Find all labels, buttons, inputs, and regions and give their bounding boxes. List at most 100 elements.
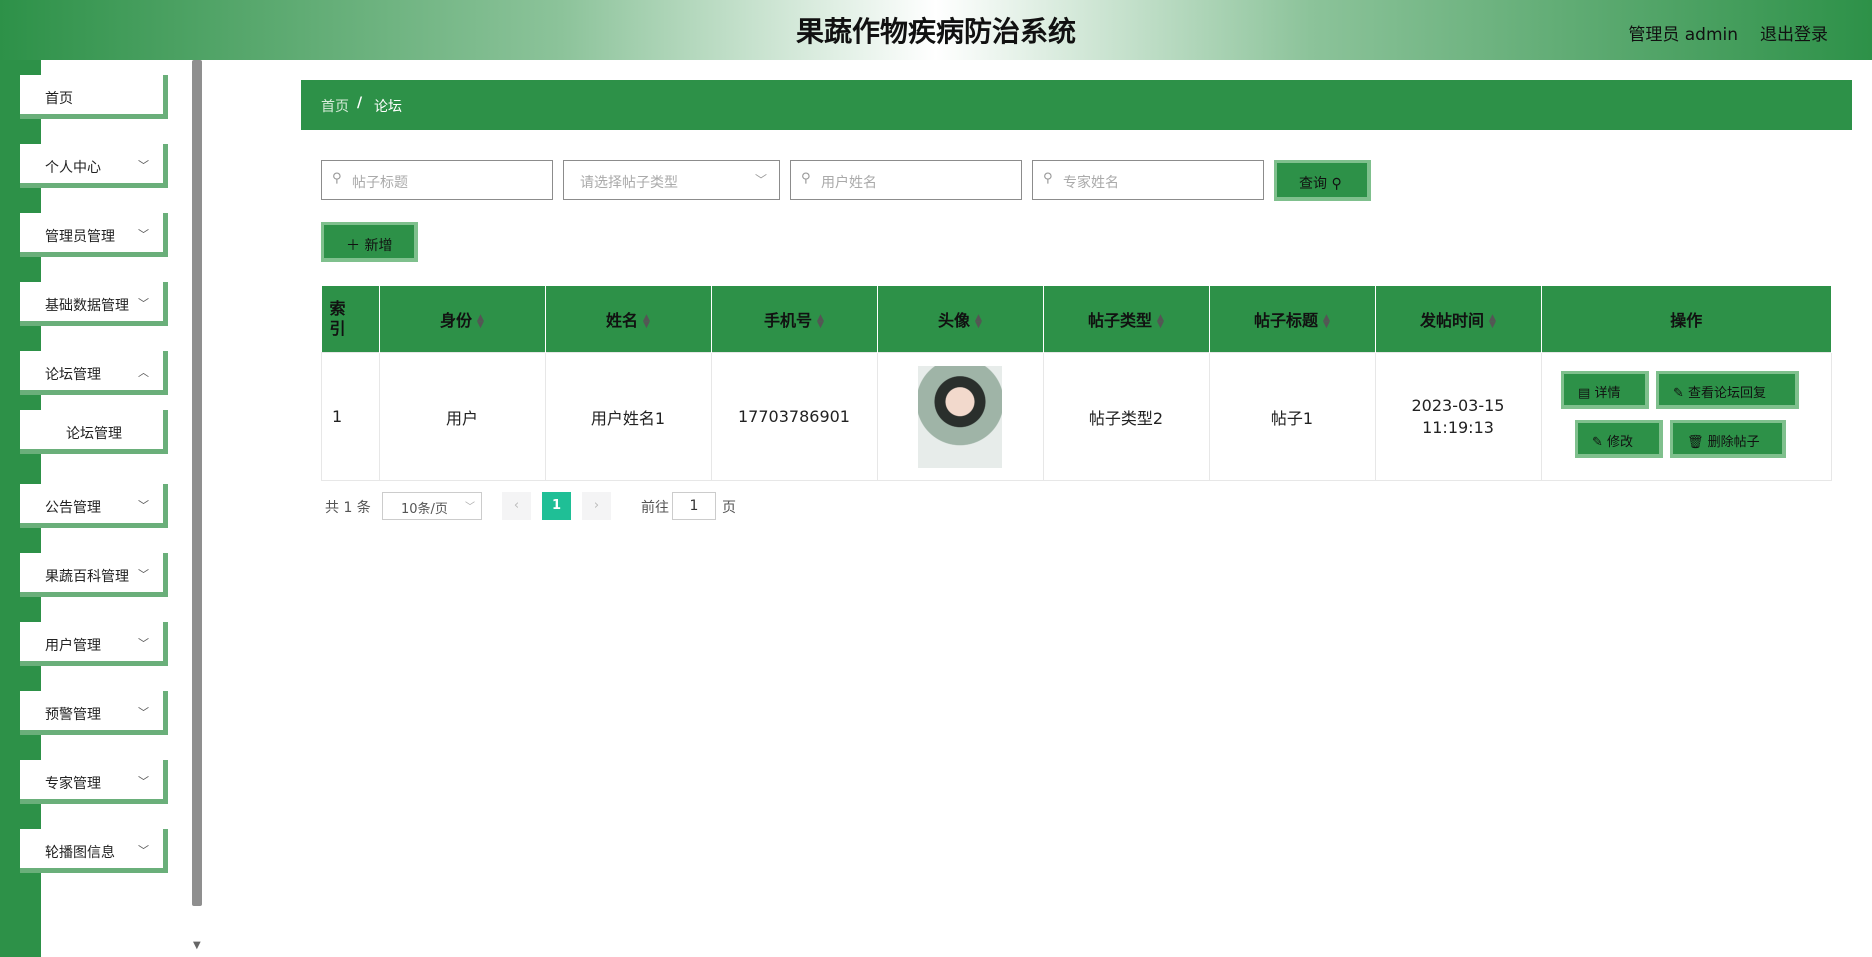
column-header-name[interactable]: 姓名 ▲ ▼ xyxy=(545,286,712,353)
add-button[interactable]: ＋ 新增 xyxy=(321,222,418,262)
breadcrumb-current: 论坛 xyxy=(374,99,402,115)
sidebar-item-home[interactable]: 首页 xyxy=(20,75,168,119)
sidebar-item-forum-management[interactable]: 论坛管理 ︿ xyxy=(20,351,168,395)
header-label: 操作 xyxy=(1670,311,1703,330)
search-icon: ⚲ xyxy=(1043,171,1053,186)
header-label: 发帖时间 xyxy=(1420,311,1485,330)
column-header-index: 索引 xyxy=(321,286,380,353)
sort-icon[interactable]: ▲ ▼ xyxy=(1323,313,1330,329)
chevron-up-icon: ︿ xyxy=(138,366,149,379)
add-label: 新增 xyxy=(364,238,393,254)
scroll-down-arrow-icon[interactable]: ▼ xyxy=(193,940,201,951)
sidebar-subitem-forum-management[interactable]: 论坛管理 xyxy=(20,410,168,454)
column-header-phone[interactable]: 手机号 ▲ ▼ xyxy=(711,286,878,353)
pagination-total: 共 1 条 xyxy=(325,500,371,516)
search-icon: ⚲ xyxy=(332,171,342,186)
column-header-post-time[interactable]: 发帖时间 ▲ ▼ xyxy=(1375,286,1542,353)
sidebar-item-label: 果蔬百科管理 xyxy=(45,569,129,585)
header-label: 身份 xyxy=(440,311,473,330)
app-title: 果蔬作物疾病防治系统 xyxy=(795,15,1076,48)
detail-label: 详情 xyxy=(1594,386,1621,401)
sidebar-item-carousel-info[interactable]: 轮播图信息 ﹀ xyxy=(20,829,168,873)
detail-button[interactable]: ▤ 详情 xyxy=(1561,371,1649,409)
trash-icon: 🗑 xyxy=(1687,435,1704,450)
input-placeholder: 专家姓名 xyxy=(1063,175,1119,191)
column-header-post-title[interactable]: 帖子标题 ▲ ▼ xyxy=(1209,286,1376,353)
edit-button[interactable]: ✎ 修改 xyxy=(1575,420,1663,458)
sort-icon[interactable]: ▲ ▼ xyxy=(1489,313,1496,329)
post-type-select[interactable]: 请选择帖子类型 ﹀ xyxy=(563,160,780,200)
sidebar-item-label: 专家管理 xyxy=(45,776,101,792)
post-title-search-input[interactable]: ⚲ 帖子标题 xyxy=(321,160,553,200)
breadcrumb-separator: / xyxy=(357,95,363,111)
column-header-avatar[interactable]: 头像 ▲ ▼ xyxy=(877,286,1044,353)
sort-icon[interactable]: ▲ ▼ xyxy=(975,313,982,329)
sidebar-item-warning-management[interactable]: 预警管理 ﹀ xyxy=(20,691,168,735)
sidebar-scrollbar[interactable] xyxy=(192,60,202,906)
prev-page-button[interactable]: ‹ xyxy=(502,492,531,520)
column-header-identity[interactable]: 身份 ▲ ▼ xyxy=(379,286,546,353)
breadcrumb-home[interactable]: 首页 xyxy=(321,96,349,116)
user-name-search-input[interactable]: ⚲ 用户姓名 xyxy=(790,160,1022,200)
sidebar-item-encyclopedia-management[interactable]: 果蔬百科管理 ﹀ xyxy=(20,553,168,597)
sidebar-item-personal-center[interactable]: 个人中心 ﹀ xyxy=(20,144,168,188)
table-header-row: 索引 身份 ▲ ▼ 姓名 ▲ ▼ 手机号 ▲ ▼ 头像 ▲ ▼ 帖子类型 ▲ ▼ 帖子标题 ▲ ▼ 发帖… xyxy=(321,286,1832,353)
app-header: 果蔬作物疾病防治系统 管理员 admin 退出登录 xyxy=(0,0,1872,60)
cell-identity: 用户 xyxy=(378,352,546,481)
next-page-button[interactable]: › xyxy=(582,492,611,520)
chevron-right-icon: › xyxy=(593,498,600,513)
sort-icon[interactable]: ▲ ▼ xyxy=(1157,313,1164,329)
view-replies-label: 查看论坛回复 xyxy=(1688,386,1767,401)
sidebar-item-label: 轮播图信息 xyxy=(45,845,115,861)
chevron-down-icon: ﹀ xyxy=(138,775,149,788)
sort-icon[interactable]: ▲ ▼ xyxy=(817,313,824,329)
avatar[interactable] xyxy=(918,365,1002,468)
sidebar-item-label: 个人中心 xyxy=(45,160,101,176)
expert-name-search-input[interactable]: ⚲ 专家姓名 xyxy=(1032,160,1264,200)
edit-icon: ✎ xyxy=(1592,435,1603,450)
column-header-post-type[interactable]: 帖子类型 ▲ ▼ xyxy=(1043,286,1210,353)
sidebar-item-admin-management[interactable]: 管理员管理 ﹀ xyxy=(20,213,168,257)
delete-post-button[interactable]: 🗑 删除帖子 xyxy=(1670,420,1786,458)
sidebar-item-user-management[interactable]: 用户管理 ﹀ xyxy=(20,622,168,666)
edit-icon: ✎ xyxy=(1673,386,1684,401)
chevron-down-icon: ﹀ xyxy=(138,844,149,857)
cell-post-title: 帖子1 xyxy=(1208,352,1376,481)
header-label: 帖子标题 xyxy=(1254,311,1319,330)
chevron-down-icon: ﹀ xyxy=(465,502,475,513)
sidebar-item-notice-management[interactable]: 公告管理 ﹀ xyxy=(20,484,168,528)
goto-suffix: 页 xyxy=(722,500,736,516)
input-placeholder: 帖子标题 xyxy=(352,175,408,191)
current-user: 管理员 admin xyxy=(1628,25,1738,45)
query-label: 查询 xyxy=(1299,176,1327,192)
chevron-down-icon: ﹀ xyxy=(138,159,149,172)
sidebar-item-label: 首页 xyxy=(45,91,73,107)
chevron-left-icon: ‹ xyxy=(513,498,520,513)
sidebar-item-label: 管理员管理 xyxy=(45,229,115,245)
plus-icon: ＋ xyxy=(346,238,360,254)
header-label: 姓名 xyxy=(606,311,639,330)
header-label: 头像 xyxy=(938,311,971,330)
sidebar-item-label: 用户管理 xyxy=(45,638,101,654)
cell-phone: 17703786901 xyxy=(710,352,878,481)
sort-icon[interactable]: ▲ ▼ xyxy=(643,313,650,329)
goto-page-input[interactable]: 1 xyxy=(672,492,716,520)
sort-icon[interactable]: ▲ ▼ xyxy=(477,313,484,329)
query-button[interactable]: 查询 ⚲ xyxy=(1274,160,1371,201)
view-replies-button[interactable]: ✎ 查看论坛回复 xyxy=(1656,371,1799,409)
header-label: 索引 xyxy=(329,299,346,338)
delete-label: 删除帖子 xyxy=(1707,435,1760,450)
sidebar-item-expert-management[interactable]: 专家管理 ﹀ xyxy=(20,760,168,804)
sidebar-item-base-data-management[interactable]: 基础数据管理 ﹀ xyxy=(20,282,168,326)
goto-prefix: 前往 xyxy=(641,500,669,516)
sidebar-item-label: 预警管理 xyxy=(45,707,101,723)
cell-index: 1 xyxy=(321,352,380,481)
cell-post-type: 帖子类型2 xyxy=(1042,352,1210,481)
logout-link[interactable]: 退出登录 xyxy=(1760,20,1828,45)
chevron-down-icon: ﹀ xyxy=(138,706,149,719)
header-label: 手机号 xyxy=(764,311,813,330)
page-number-current[interactable]: 1 xyxy=(542,492,571,520)
breadcrumb: 首页 / 论坛 xyxy=(301,80,1852,130)
cell-name: 用户姓名1 xyxy=(544,352,712,481)
page-size-select[interactable]: 10条/页 ﹀ xyxy=(382,492,482,520)
